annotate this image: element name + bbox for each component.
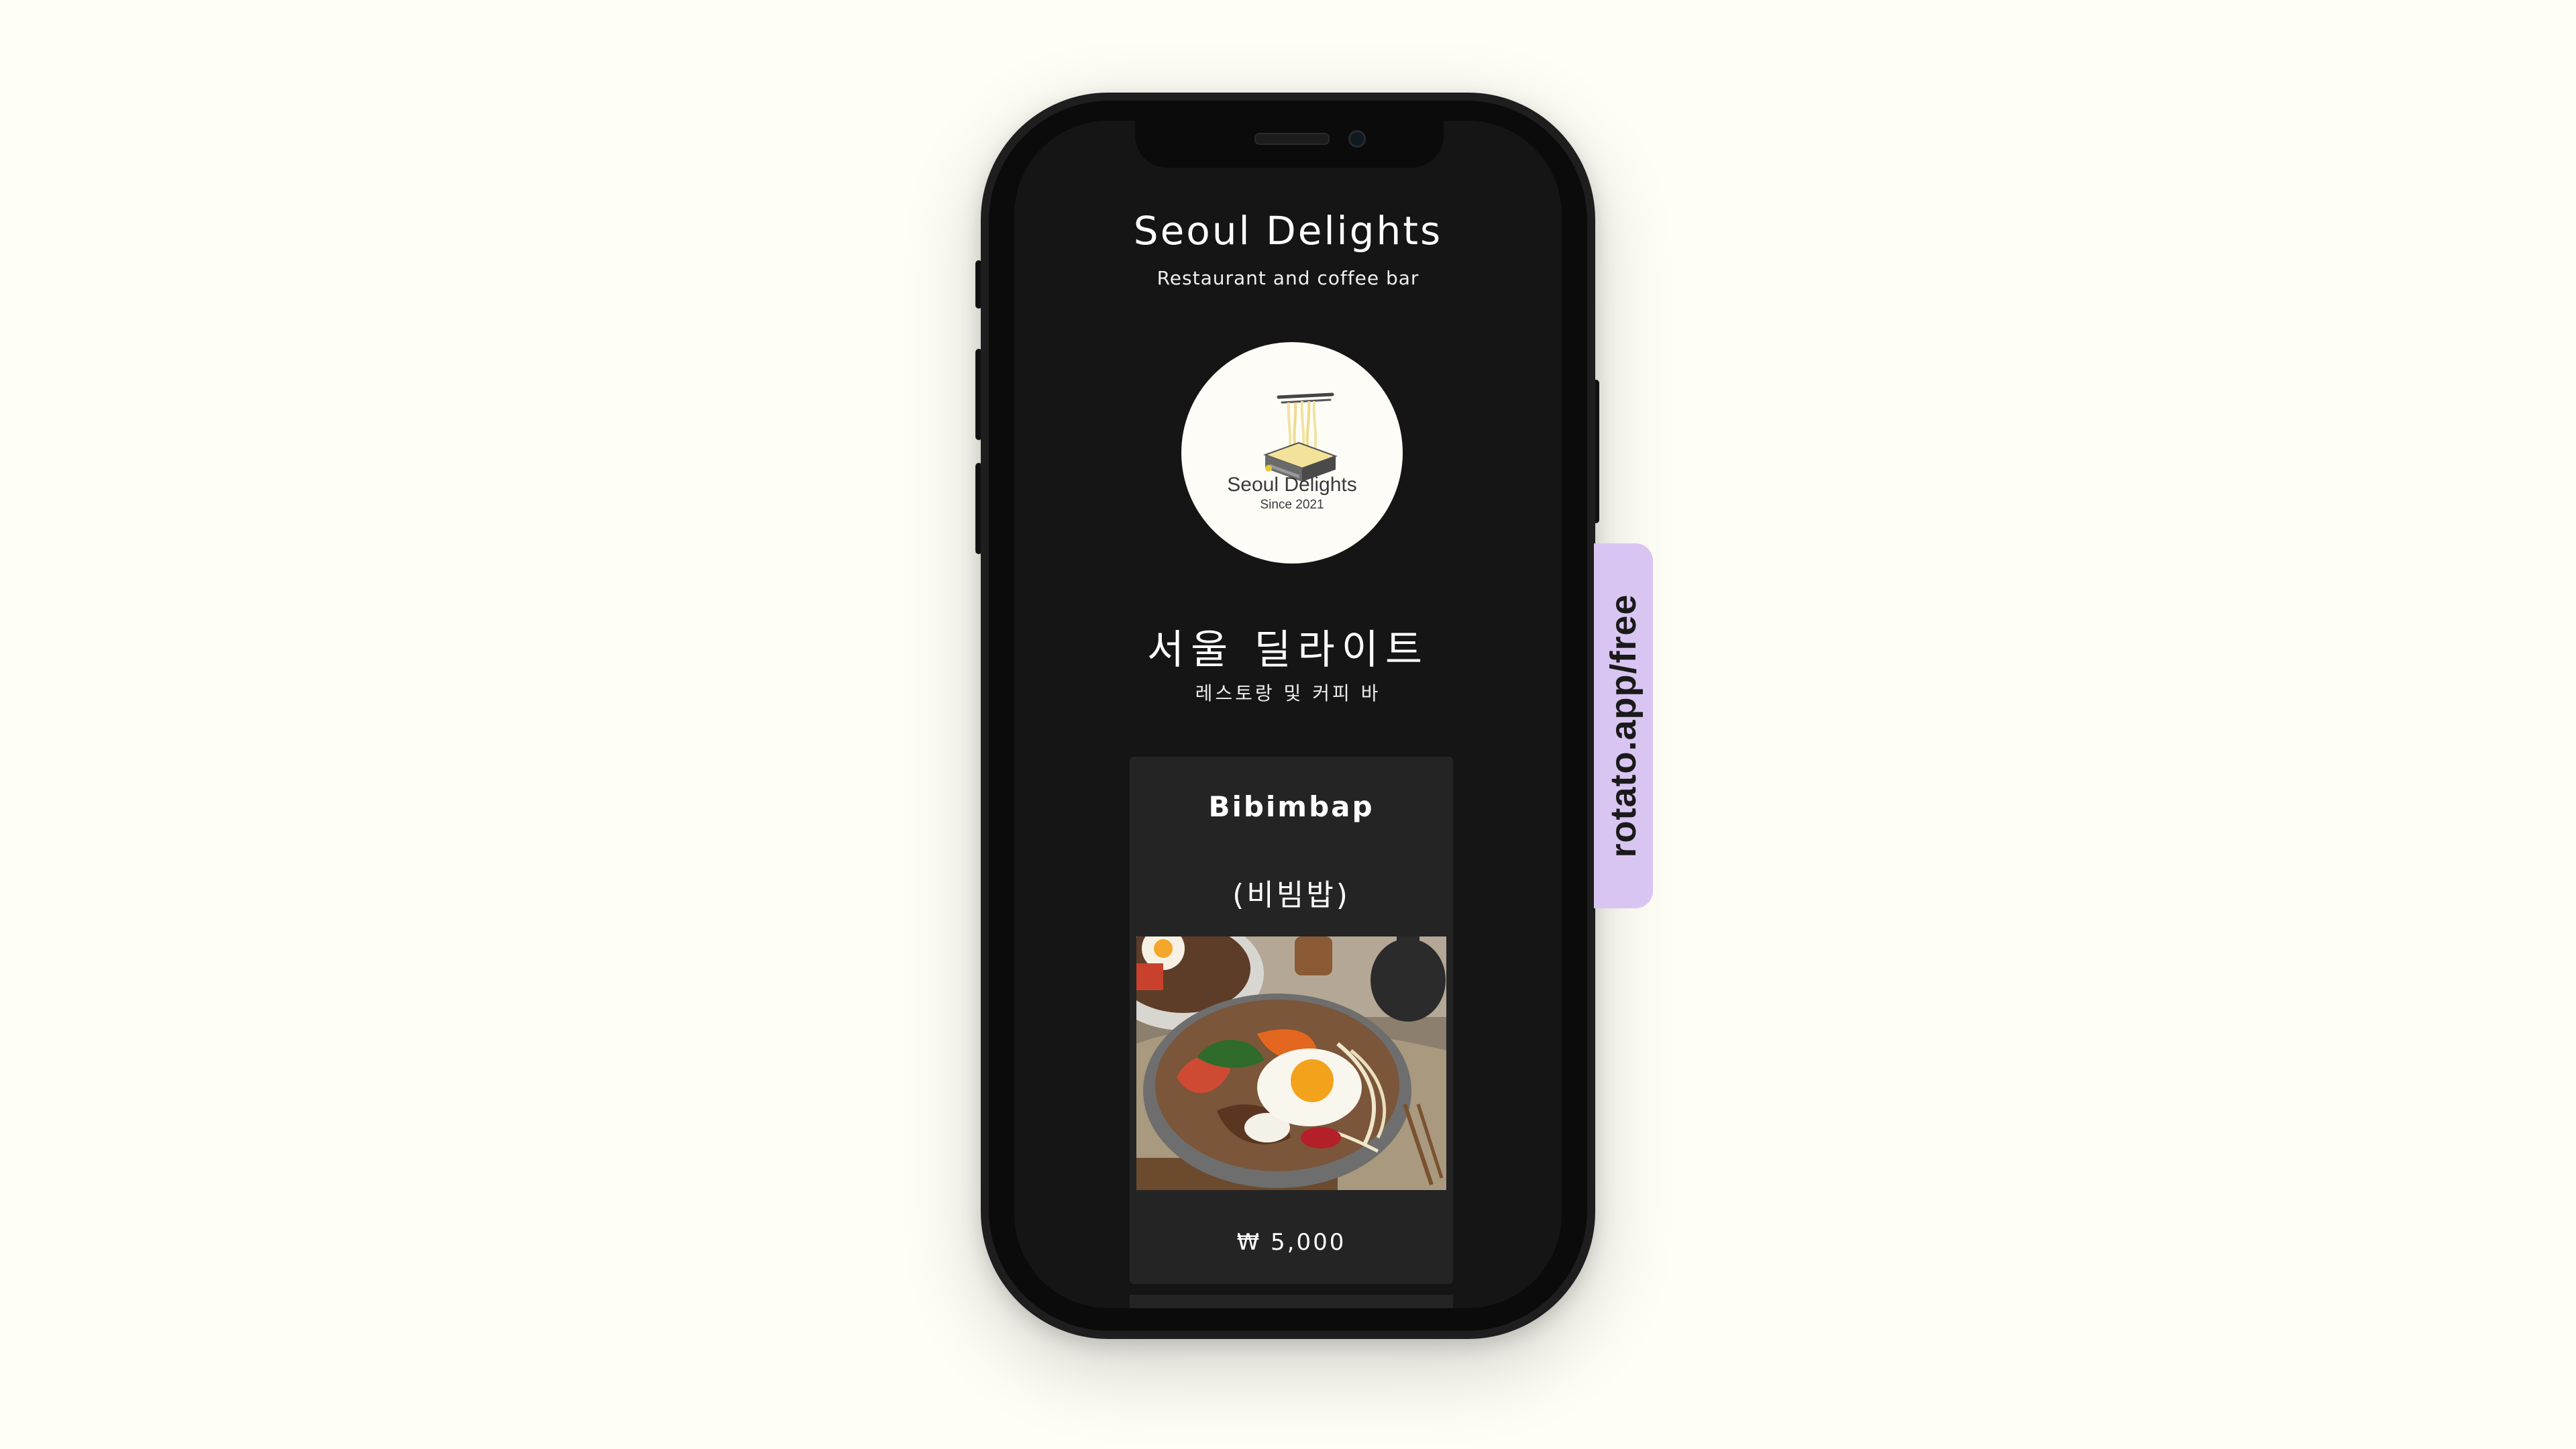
restaurant-subtitle: Restaurant and coffee bar [1157, 267, 1419, 289]
phone-notch [1135, 121, 1444, 168]
korean-subtitle: 레스토랑 및 커피 바 [1195, 682, 1381, 704]
restaurant-logo: Seoul Delights Since 2021 [1181, 342, 1403, 564]
menu-item-name: Bibimbap [1208, 790, 1375, 823]
menu-item-price: ₩ 5,000 [1236, 1229, 1346, 1256]
restaurant-menu-page: Seoul Delights Restaurant and coffee bar [1014, 121, 1562, 1308]
restaurant-title: Seoul Delights [1133, 208, 1443, 254]
front-camera [1348, 130, 1366, 148]
stage: Seoul Delights Restaurant and coffee bar [0, 0, 2576, 1449]
korean-title: 서울 딜라이트 [1146, 627, 1430, 674]
logo-since: Since 2021 [1260, 498, 1324, 512]
earpiece-speaker [1254, 133, 1330, 145]
noodle-bowl-icon [1263, 392, 1338, 482]
menu-item-card[interactable]: Bibimbap (비빔밥) ₩ 5,000 [1130, 757, 1453, 1284]
menu-item-korean-name: (비빔밥) [1232, 878, 1350, 912]
logo-name: Seoul Delights [1227, 474, 1357, 496]
phone-screen: Seoul Delights Restaurant and coffee bar [1014, 121, 1562, 1308]
bibimbap-photo [1136, 936, 1446, 1190]
next-card-peek [1130, 1295, 1453, 1308]
rotato-badge[interactable]: rotato.app/free [1594, 543, 1653, 908]
rotato-badge-label[interactable]: rotato.app/free [1603, 594, 1644, 857]
